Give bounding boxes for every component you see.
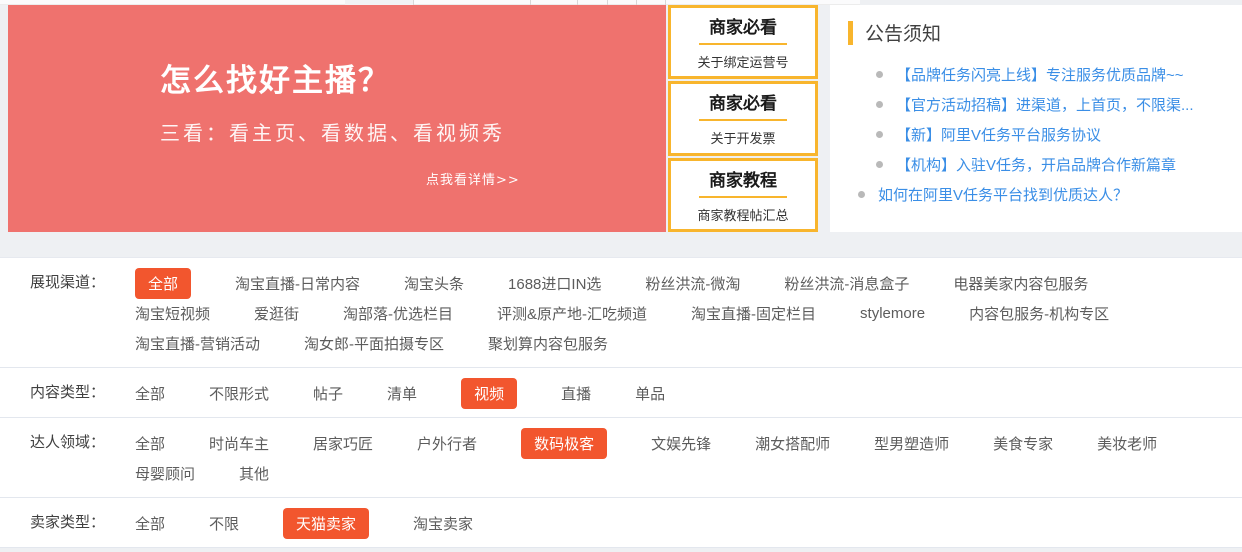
filter-option[interactable]: 电器美家内容包服务 <box>953 273 1088 294</box>
announcement-item: 如何在阿里V任务平台找到优质达人？ <box>848 179 1234 209</box>
announcement-item: 【新】阿里V任务平台服务协议 <box>848 119 1234 149</box>
filter-option[interactable]: 清单 <box>387 383 417 404</box>
filter-line: 全部 不限 天猫卖家 淘宝卖家 <box>135 508 473 538</box>
filter-option[interactable]: 评测&原产地-汇吃频道 <box>497 303 647 324</box>
filter-option[interactable]: 内容包服务-机构专区 <box>969 303 1109 324</box>
bullet-icon <box>876 131 883 138</box>
filter-option[interactable]: 时尚车主 <box>209 433 269 454</box>
filter-line: 母婴顾问 其他 <box>135 458 1157 488</box>
notice-card-title: 商家教程 <box>671 166 815 191</box>
announcement-item: 【官方活动招稿】进渠道，上首页，不限渠... <box>848 89 1234 119</box>
filter-option[interactable]: 淘宝直播-固定栏目 <box>691 303 816 324</box>
notice-card-title: 商家必看 <box>671 13 815 38</box>
section-gap <box>0 232 1242 257</box>
filter-option[interactable]: 户外行者 <box>417 433 477 454</box>
notice-card-underline <box>699 196 787 198</box>
filter-option[interactable]: 直播 <box>561 383 591 404</box>
notice-card-underline <box>699 43 787 45</box>
banner-subtitle: 三看：看主页、看数据、看视频秀 <box>160 117 505 146</box>
filter-option[interactable]: 单品 <box>635 383 665 404</box>
merchant-notice-card[interactable]: 商家必看关于开发票 <box>668 81 818 155</box>
filter-option[interactable]: 1688进口IN选 <box>508 273 601 294</box>
merchant-notice-card[interactable]: 商家必看关于绑定运营号 <box>668 5 818 79</box>
notice-card-underline <box>699 119 787 121</box>
filter-option-selected[interactable]: 天猫卖家 <box>283 508 369 539</box>
filter-option[interactable]: 粉丝洪流-消息盒子 <box>784 273 909 294</box>
filter-lines: 全部 不限形式 帖子 清单 视频 直播 单品 <box>135 378 665 408</box>
filter-lines: 全部 不限 天猫卖家 淘宝卖家 <box>135 508 473 538</box>
bullet-icon <box>876 101 883 108</box>
filter-option[interactable]: 全部 <box>135 513 165 534</box>
filter-option[interactable]: 爱逛街 <box>254 303 299 324</box>
filter-row: 内容类型：全部 不限形式 帖子 清单 视频 直播 单品 <box>0 368 1242 418</box>
filter-label: 达人领域： <box>30 428 135 488</box>
notice-card-title: 商家必看 <box>671 89 815 114</box>
filter-option[interactable]: 粉丝洪流-微淘 <box>645 273 740 294</box>
bullet-icon <box>876 161 883 168</box>
notice-cards: 商家必看关于绑定运营号商家必看关于开发票商家教程商家教程帖汇总 <box>668 5 818 232</box>
announcements-list: 【品牌任务闪亮上线】专注服务优质品牌~~ 【官方活动招稿】进渠道，上首页，不限渠.… <box>848 59 1234 209</box>
notice-card-subtitle: 关于绑定运营号 <box>671 52 815 71</box>
filter-panel: 展现渠道：全部淘宝直播-日常内容淘宝头条1688进口IN选粉丝洪流-微淘粉丝洪流… <box>0 257 1242 548</box>
filter-option[interactable]: 母婴顾问 <box>135 463 195 484</box>
announcement-link[interactable]: 【机构】入驻V任务，开启品牌合作新篇章 <box>896 154 1176 175</box>
filter-label: 内容类型： <box>30 378 135 408</box>
filter-row: 达人领域：全部 时尚车主 居家巧匠 户外行者 数码极客 文娱先锋 潮女搭配师 型男塑造师 美食专… <box>0 418 1242 498</box>
bullet-icon <box>876 71 883 78</box>
filter-line: 淘宝短视频 爱逛街 淘部落-优选栏目 评测&原产地-汇吃频道 淘宝直播-固定栏目 styl… <box>135 298 1109 328</box>
announcements-title: 公告须知 <box>865 19 941 46</box>
filter-option-selected[interactable]: 视频 <box>461 378 517 409</box>
announcement-item: 【机构】入驻V任务，开启品牌合作新篇章 <box>848 149 1234 179</box>
filter-lines: 全部 淘宝直播-日常内容 淘宝头条 1688进口IN选 粉丝洪流-微淘 粉丝洪流-消息盒子… <box>135 268 1109 358</box>
filter-option[interactable]: 聚划算内容包服务 <box>488 333 608 354</box>
filter-option[interactable]: 淘宝直播-日常内容 <box>235 273 360 294</box>
filter-option[interactable]: 居家巧匠 <box>313 433 373 454</box>
filter-option[interactable]: 淘宝卖家 <box>413 513 473 534</box>
filter-line: 全部 时尚车主 居家巧匠 户外行者 数码极客 文娱先锋 潮女搭配师 型男塑造师 美食专家 美妆老师 <box>135 428 1157 458</box>
filter-option-selected[interactable]: 全部 <box>135 268 191 299</box>
filter-line: 淘宝直播-营销活动 淘女郎-平面拍摄专区 聚划算内容包服务 <box>135 328 1109 358</box>
filter-option[interactable]: 型男塑造师 <box>874 433 949 454</box>
filter-option[interactable]: 其他 <box>239 463 269 484</box>
filter-option[interactable]: 不限形式 <box>209 383 269 404</box>
top-section: 怎么找好主播？ 三看：看主页、看数据、看视频秀 点我看详情>> 商家必看关于绑定… <box>0 5 1242 232</box>
filter-option[interactable]: 淘宝头条 <box>404 273 464 294</box>
announcement-link[interactable]: 【官方活动招稿】进渠道，上首页，不限渠... <box>896 94 1194 115</box>
filter-row: 卖家类型：全部 不限 天猫卖家 淘宝卖家 <box>0 498 1242 548</box>
filter-line: 全部 淘宝直播-日常内容 淘宝头条 1688进口IN选 粉丝洪流-微淘 粉丝洪流-消息盒子… <box>135 268 1109 298</box>
filter-option[interactable]: 潮女搭配师 <box>755 433 830 454</box>
announcement-link[interactable]: 【新】阿里V任务平台服务协议 <box>896 124 1101 145</box>
filter-option[interactable]: 淘宝直播-营销活动 <box>135 333 260 354</box>
header-accent-bar <box>848 21 853 45</box>
promo-banner[interactable]: 怎么找好主播？ 三看：看主页、看数据、看视频秀 点我看详情>> <box>8 5 666 232</box>
filter-lines: 全部 时尚车主 居家巧匠 户外行者 数码极客 文娱先锋 潮女搭配师 型男塑造师 美食专家 美妆老师… <box>135 428 1157 488</box>
notice-card-subtitle: 关于开发票 <box>671 128 815 147</box>
filter-option[interactable]: 全部 <box>135 383 165 404</box>
banner-cta-link[interactable]: 点我看详情>> <box>426 169 520 188</box>
filter-label: 卖家类型： <box>30 508 135 538</box>
filter-label: 展现渠道： <box>30 268 135 358</box>
announcement-link[interactable]: 【品牌任务闪亮上线】专注服务优质品牌~~ <box>896 64 1184 85</box>
filter-option[interactable]: 美食专家 <box>993 433 1053 454</box>
filter-option[interactable]: 美妆老师 <box>1097 433 1157 454</box>
filter-option[interactable]: 文娱先锋 <box>651 433 711 454</box>
filter-option[interactable]: 不限 <box>209 513 239 534</box>
filter-option[interactable]: 淘部落-优选栏目 <box>343 303 453 324</box>
announcement-item: 【品牌任务闪亮上线】专注服务优质品牌~~ <box>848 59 1234 89</box>
announcements-header: 公告须知 <box>848 19 1234 46</box>
filter-option[interactable]: stylemore <box>860 305 925 322</box>
filter-option[interactable]: 全部 <box>135 433 165 454</box>
announcements-panel: 公告须知 【品牌任务闪亮上线】专注服务优质品牌~~ 【官方活动招稿】进渠道，上首页… <box>830 5 1242 232</box>
banner-title: 怎么找好主播？ <box>160 55 391 100</box>
filter-option-selected[interactable]: 数码极客 <box>521 428 607 459</box>
filter-option[interactable]: 淘女郎-平面拍摄专区 <box>304 333 444 354</box>
notice-card-subtitle: 商家教程帖汇总 <box>671 205 815 224</box>
filter-line: 全部 不限形式 帖子 清单 视频 直播 单品 <box>135 378 665 408</box>
filter-option[interactable]: 淘宝短视频 <box>135 303 210 324</box>
filter-row: 展现渠道：全部 淘宝直播-日常内容 淘宝头条 1688进口IN选 粉丝洪流-微淘 粉丝洪流… <box>0 258 1242 368</box>
announcement-link[interactable]: 如何在阿里V任务平台找到优质达人？ <box>878 184 1128 205</box>
bullet-icon <box>858 191 865 198</box>
filter-option[interactable]: 帖子 <box>313 383 343 404</box>
merchant-notice-card[interactable]: 商家教程商家教程帖汇总 <box>668 158 818 232</box>
